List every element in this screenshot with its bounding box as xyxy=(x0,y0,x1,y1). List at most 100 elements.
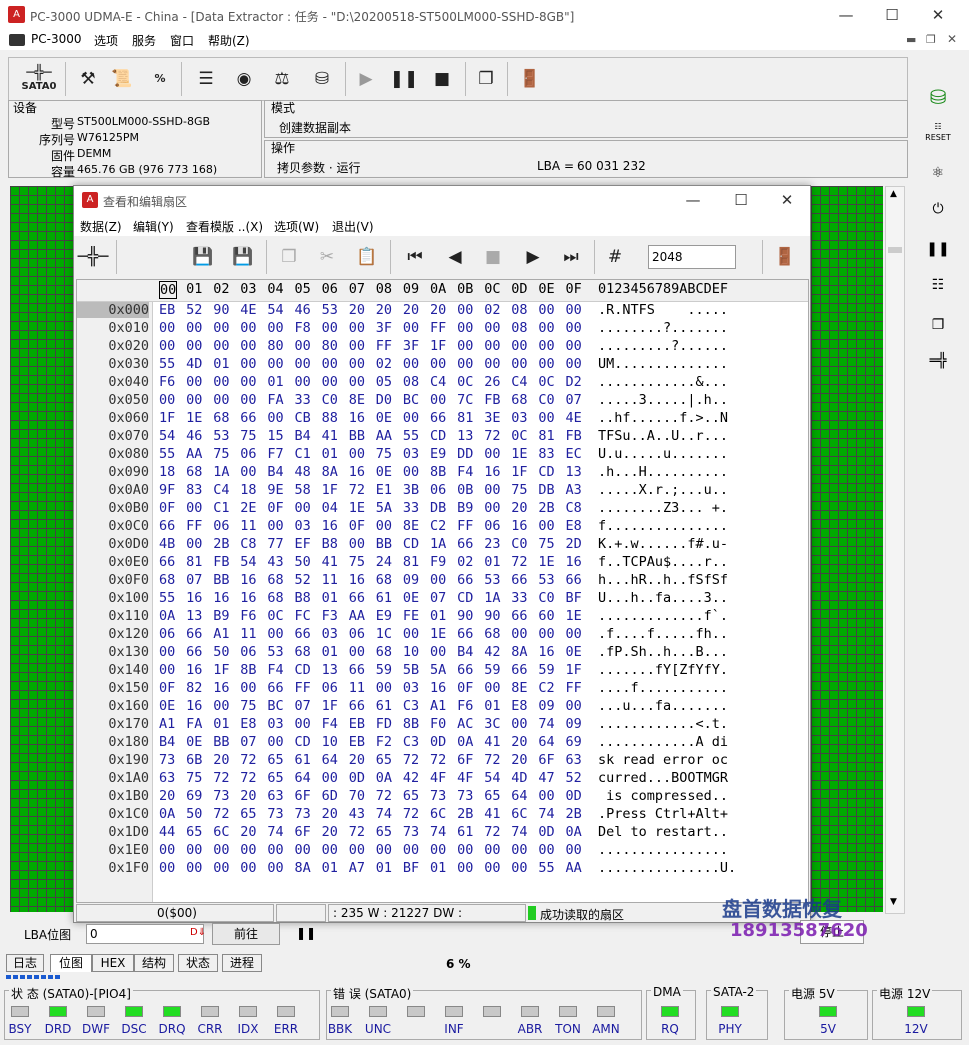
hex-byte[interactable]: 15 xyxy=(267,428,283,444)
hex-byte[interactable]: 73 xyxy=(213,788,229,804)
hex-byte[interactable]: 66 xyxy=(159,518,175,534)
hex-byte[interactable]: EB xyxy=(159,302,175,318)
hex-byte[interactable]: A1 xyxy=(213,626,229,642)
hex-byte[interactable]: 66 xyxy=(240,410,256,426)
hex-byte[interactable]: BC xyxy=(403,392,419,408)
hex-byte[interactable]: 74 xyxy=(511,824,527,840)
hex-byte[interactable]: 00 xyxy=(159,842,175,858)
hex-byte[interactable]: 6C xyxy=(511,806,527,822)
hex-byte[interactable]: 00 xyxy=(403,356,419,372)
prev-sector-icon[interactable]: ◀ xyxy=(438,240,472,274)
hex-byte[interactable]: FF xyxy=(376,338,392,354)
hex-byte[interactable]: C4 xyxy=(511,374,527,390)
hex-byte[interactable]: 16 xyxy=(240,590,256,606)
hex-byte[interactable]: 11 xyxy=(240,518,256,534)
hex-byte[interactable]: 00 xyxy=(349,338,365,354)
hex-byte[interactable]: 16 xyxy=(240,572,256,588)
hex-byte[interactable]: 3E xyxy=(484,410,500,426)
hex-byte[interactable]: 00 xyxy=(295,500,311,516)
hex-byte[interactable]: FF xyxy=(566,680,582,696)
hex-byte[interactable]: 00 xyxy=(376,842,392,858)
hex-row[interactable]: 0x150 0F 82 16 00 66 FF 06 11 00 03 16 0F 00 8E C2 FF...… xyxy=(77,680,808,698)
hex-byte[interactable]: 0F xyxy=(349,518,365,534)
hex-byte[interactable]: 20 xyxy=(349,752,365,768)
hex-byte[interactable]: 66 xyxy=(511,608,527,624)
hex-byte[interactable]: BB xyxy=(376,536,392,552)
hex-byte[interactable]: E8 xyxy=(511,698,527,714)
hex-byte[interactable]: 81 xyxy=(186,554,202,570)
hex-byte[interactable]: 04 xyxy=(322,500,338,516)
hex-byte[interactable]: 70 xyxy=(349,788,365,804)
hex-byte[interactable]: C0 xyxy=(538,392,554,408)
hex-byte[interactable]: EB xyxy=(349,716,365,732)
hex-byte[interactable]: C8 xyxy=(240,536,256,552)
hex-byte[interactable]: 00 xyxy=(240,392,256,408)
tab-log[interactable]: 日志 xyxy=(6,954,44,972)
hex-byte[interactable]: 0C xyxy=(267,608,283,624)
hex-byte[interactable]: 1E xyxy=(538,554,554,570)
hex-byte[interactable]: 00 xyxy=(186,338,202,354)
hex-byte[interactable]: 41 xyxy=(322,554,338,570)
hex-byte[interactable]: 00 xyxy=(240,680,256,696)
hex-row[interactable]: 0x050 00 00 00 00 FA 33 C0 8E D0 BC 00 7C FB 68 C0 07...… xyxy=(77,392,808,410)
hex-byte[interactable]: 75 xyxy=(240,428,256,444)
hex-byte[interactable]: 13 xyxy=(322,662,338,678)
hex-byte[interactable]: 74 xyxy=(430,824,446,840)
hex-row[interactable]: 0x070 54 46 53 75 15 B4 41 BB AA 55 CD 13 72 0C 81 FB TFS… xyxy=(77,428,808,446)
hex-byte[interactable]: A7 xyxy=(349,860,365,876)
hex-byte[interactable]: 66 xyxy=(430,410,446,426)
hex-byte[interactable]: 73 xyxy=(457,788,473,804)
hex-byte[interactable]: 74 xyxy=(376,806,392,822)
hex-byte[interactable]: 1E xyxy=(511,446,527,462)
hex-byte[interactable]: 68 xyxy=(484,626,500,642)
dialog-close-button[interactable]: ✕ xyxy=(764,186,810,214)
hex-row[interactable]: 0x1A0 63 75 72 72 65 64 00 0D 0A 42 4F 4F 54 4D 47 52 cur… xyxy=(77,770,808,788)
hex-byte[interactable]: 20 xyxy=(511,752,527,768)
hex-byte[interactable]: F4 xyxy=(457,464,473,480)
hex-byte[interactable]: 00 xyxy=(213,860,229,876)
hex-byte[interactable]: 63 xyxy=(159,770,175,786)
hex-byte[interactable]: 1F xyxy=(322,698,338,714)
hex-byte[interactable]: 72 xyxy=(213,770,229,786)
hex-byte[interactable]: 2B xyxy=(213,536,229,552)
hex-byte[interactable]: C4 xyxy=(213,482,229,498)
hex-byte[interactable]: 1F xyxy=(511,464,527,480)
hex-byte[interactable]: 61 xyxy=(457,824,473,840)
hex-byte[interactable]: 65 xyxy=(403,788,419,804)
hex-byte[interactable]: 00 xyxy=(538,626,554,642)
hex-byte[interactable]: C3 xyxy=(403,734,419,750)
connector-icon[interactable]: ═╬ xyxy=(924,347,952,375)
hex-byte[interactable]: 2B xyxy=(538,500,554,516)
hex-byte[interactable]: 00 xyxy=(484,482,500,498)
hex-byte[interactable]: 44 xyxy=(159,824,175,840)
hex-byte[interactable]: 00 xyxy=(566,320,582,336)
hex-byte[interactable]: E9 xyxy=(376,608,392,624)
hex-byte[interactable]: 08 xyxy=(403,374,419,390)
hex-byte[interactable]: 72 xyxy=(511,554,527,570)
hex-byte[interactable]: 1A xyxy=(484,590,500,606)
lba-map-input[interactable] xyxy=(86,924,204,944)
hex-byte[interactable]: 6B xyxy=(186,752,202,768)
hex-byte[interactable]: 55 xyxy=(159,446,175,462)
hex-byte[interactable]: 53 xyxy=(538,572,554,588)
hex-byte[interactable]: 00 xyxy=(457,356,473,372)
hex-byte[interactable]: 68 xyxy=(511,392,527,408)
hex-byte[interactable]: 42 xyxy=(403,770,419,786)
hex-byte[interactable]: 03 xyxy=(322,626,338,642)
hex-byte[interactable]: 8B xyxy=(240,662,256,678)
hex-byte[interactable]: 52 xyxy=(295,572,311,588)
hex-byte[interactable]: 72 xyxy=(349,482,365,498)
tab-bitmap[interactable]: 位图 xyxy=(50,954,92,972)
hex-byte[interactable]: 16 xyxy=(349,410,365,426)
hex-byte[interactable]: FC xyxy=(295,608,311,624)
dialog-exit-icon[interactable]: 🚪 xyxy=(768,240,802,274)
hex-byte[interactable]: 00 xyxy=(511,860,527,876)
hex-byte[interactable]: 1F xyxy=(213,662,229,678)
hex-byte[interactable]: 77 xyxy=(267,536,283,552)
hex-row[interactable]: 0x0D0 4B 00 2B C8 77 EF B8 00 BB CD 1A 66 23 C0 75 2D K.+… xyxy=(77,536,808,554)
hex-byte[interactable]: 00 xyxy=(240,374,256,390)
hex-byte[interactable]: 50 xyxy=(213,644,229,660)
hex-byte[interactable]: 00 xyxy=(403,626,419,642)
hex-byte[interactable]: 00 xyxy=(240,320,256,336)
hex-byte[interactable]: 00 xyxy=(267,860,283,876)
